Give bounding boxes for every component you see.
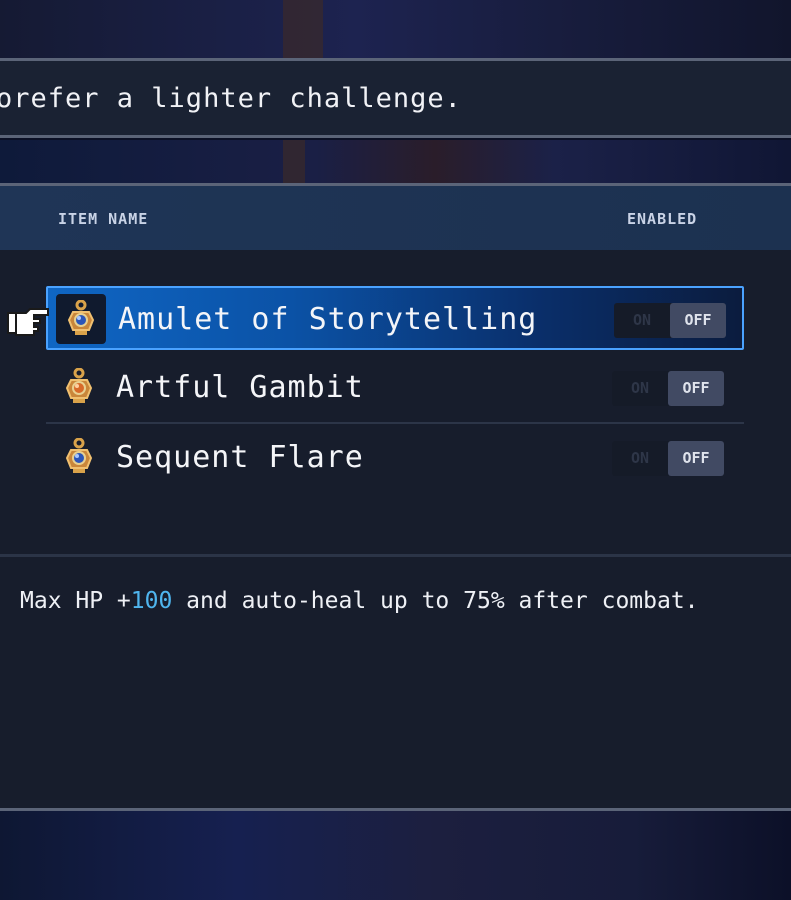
background-bottom	[0, 810, 791, 900]
background-pillar	[283, 0, 323, 60]
toggle-off-option[interactable]: OFF	[670, 303, 726, 338]
dialogue-box: orefer a lighter challenge.	[0, 58, 791, 138]
item-name: Amulet of Storytelling	[118, 302, 538, 337]
toggle-on-option[interactable]: ON	[614, 303, 670, 338]
description-divider	[0, 554, 791, 557]
description-text: and auto-heal up to 75% after combat.	[172, 588, 699, 614]
toggle-on-option[interactable]: ON	[612, 371, 668, 406]
amulet-icon	[54, 362, 104, 412]
toggle-off-option[interactable]: OFF	[668, 441, 724, 476]
enabled-toggle[interactable]: ON OFF	[612, 371, 724, 406]
item-name: Sequent Flare	[116, 440, 364, 475]
dialogue-text: orefer a lighter challenge.	[0, 83, 462, 114]
enabled-toggle[interactable]: ON OFF	[612, 441, 724, 476]
item-row-artful-gambit[interactable]: Artful Gambit ON OFF	[46, 356, 744, 420]
amulet-icon	[54, 432, 104, 482]
description-highlight-value: 100	[130, 588, 173, 614]
item-row-amulet-of-storytelling[interactable]: Amulet of Storytelling ON OFF	[46, 286, 744, 350]
column-header-enabled: ENABLED	[627, 210, 698, 228]
item-panel: ITEM NAME ENABLED Amulet of Storytelling…	[0, 183, 791, 811]
description-text: Max HP +	[20, 588, 131, 614]
toggle-on-option[interactable]: ON	[612, 441, 668, 476]
item-description: Max HP +100 and auto-heal up to 75% afte…	[20, 588, 699, 614]
row-divider	[46, 422, 744, 424]
background-top	[0, 0, 791, 60]
background-middle	[0, 140, 791, 185]
item-name: Artful Gambit	[116, 370, 364, 405]
pointing-hand-cursor-icon	[6, 303, 52, 343]
item-row-sequent-flare[interactable]: Sequent Flare ON OFF	[46, 426, 744, 490]
amulet-icon	[56, 294, 106, 344]
table-header: ITEM NAME ENABLED	[0, 186, 791, 250]
toggle-off-option[interactable]: OFF	[668, 371, 724, 406]
background-pillar	[283, 140, 305, 185]
enabled-toggle[interactable]: ON OFF	[614, 303, 726, 338]
column-header-item-name: ITEM NAME	[58, 210, 149, 228]
